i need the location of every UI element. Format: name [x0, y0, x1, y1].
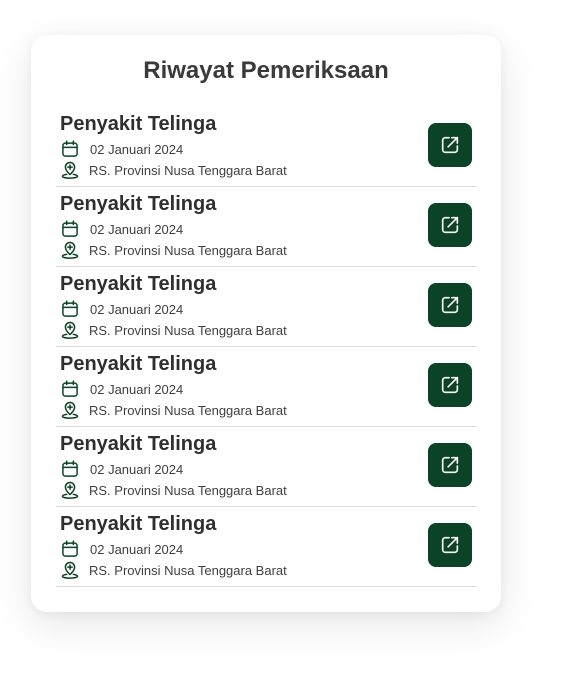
open-detail-button[interactable]	[428, 283, 472, 327]
list-item: Penyakit Telinga 02 Januari 2024 RS. Pro…	[56, 187, 476, 267]
record-date: 02 Januari 2024	[90, 461, 184, 477]
open-detail-button[interactable]	[428, 203, 472, 247]
hospital-name: RS. Provinsi Nusa Tenggara Barat	[89, 482, 287, 498]
disease-name: Penyakit Telinga	[60, 113, 217, 135]
location-info: RS. Provinsi Nusa Tenggara Barat	[60, 240, 287, 260]
hospital-name: RS. Provinsi Nusa Tenggara Barat	[89, 322, 287, 338]
calendar-icon	[60, 539, 80, 559]
location-info: RS. Provinsi Nusa Tenggara Barat	[60, 400, 287, 420]
calendar-icon	[60, 379, 80, 399]
location-pin-icon	[60, 480, 80, 500]
list-item: Penyakit Telinga 02 Januari 2024 RS. Pro…	[56, 267, 476, 347]
record-date: 02 Januari 2024	[90, 221, 184, 237]
hospital-name: RS. Provinsi Nusa Tenggara Barat	[89, 402, 287, 418]
calendar-icon	[60, 459, 80, 479]
record-list: Penyakit Telinga 02 Januari 2024 RS. Pro…	[56, 107, 476, 587]
disease-name: Penyakit Telinga	[60, 513, 217, 535]
list-item: Penyakit Telinga 02 Januari 2024 RS. Pro…	[56, 107, 476, 187]
calendar-icon	[60, 139, 80, 159]
open-detail-button[interactable]	[428, 443, 472, 487]
location-pin-icon	[60, 160, 80, 180]
hospital-name: RS. Provinsi Nusa Tenggara Barat	[89, 562, 287, 578]
location-info: RS. Provinsi Nusa Tenggara Barat	[60, 160, 287, 180]
location-pin-icon	[60, 320, 80, 340]
external-link-icon	[439, 134, 461, 156]
record-date: 02 Januari 2024	[90, 141, 184, 157]
date-info: 02 Januari 2024	[60, 219, 183, 239]
location-pin-icon	[60, 400, 80, 420]
date-info: 02 Januari 2024	[60, 299, 183, 319]
disease-name: Penyakit Telinga	[60, 193, 217, 215]
date-info: 02 Januari 2024	[60, 139, 183, 159]
external-link-icon	[439, 454, 461, 476]
date-info: 02 Januari 2024	[60, 539, 183, 559]
external-link-icon	[439, 534, 461, 556]
calendar-icon	[60, 299, 80, 319]
record-date: 02 Januari 2024	[90, 301, 184, 317]
location-pin-icon	[60, 560, 80, 580]
disease-name: Penyakit Telinga	[60, 353, 217, 375]
external-link-icon	[439, 294, 461, 316]
location-info: RS. Provinsi Nusa Tenggara Barat	[60, 320, 287, 340]
record-date: 02 Januari 2024	[90, 541, 184, 557]
hospital-name: RS. Provinsi Nusa Tenggara Barat	[89, 162, 287, 178]
disease-name: Penyakit Telinga	[60, 273, 217, 295]
list-item: Penyakit Telinga 02 Januari 2024 RS. Pro…	[56, 507, 476, 587]
external-link-icon	[439, 214, 461, 236]
open-detail-button[interactable]	[428, 363, 472, 407]
open-detail-button[interactable]	[428, 123, 472, 167]
page-title: Riwayat Pemeriksaan	[143, 57, 389, 84]
list-item: Penyakit Telinga 02 Januari 2024 RS. Pro…	[56, 427, 476, 507]
record-date: 02 Januari 2024	[90, 381, 184, 397]
external-link-icon	[439, 374, 461, 396]
date-info: 02 Januari 2024	[60, 379, 183, 399]
date-info: 02 Januari 2024	[60, 459, 183, 479]
disease-name: Penyakit Telinga	[60, 433, 217, 455]
history-card: Riwayat Pemeriksaan Penyakit Telinga 02 …	[31, 35, 501, 612]
location-info: RS. Provinsi Nusa Tenggara Barat	[60, 480, 287, 500]
open-detail-button[interactable]	[428, 523, 472, 567]
calendar-icon	[60, 219, 80, 239]
location-pin-icon	[60, 240, 80, 260]
hospital-name: RS. Provinsi Nusa Tenggara Barat	[89, 242, 287, 258]
list-item: Penyakit Telinga 02 Januari 2024 RS. Pro…	[56, 347, 476, 427]
location-info: RS. Provinsi Nusa Tenggara Barat	[60, 560, 287, 580]
